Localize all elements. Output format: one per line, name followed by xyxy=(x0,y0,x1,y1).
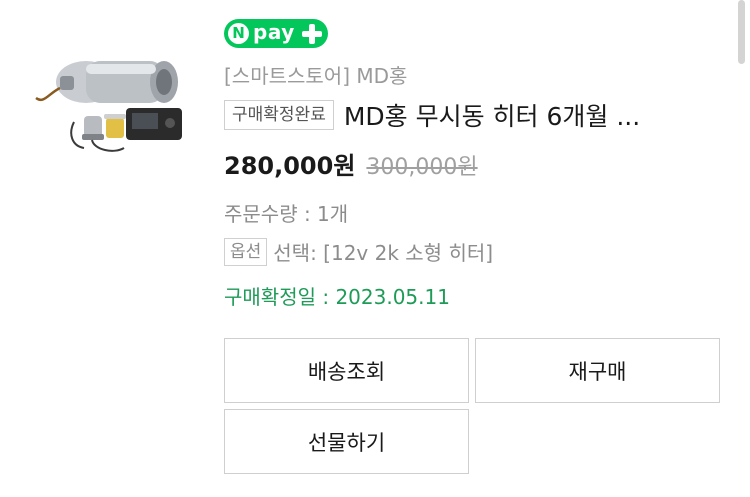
product-title-row[interactable]: 구매확정완료 MD홍 무시동 히터 6개월 ... xyxy=(224,98,724,132)
purchase-confirm-date: 구매확정일 : 2023.05.11 xyxy=(224,285,450,309)
npay-label: pay xyxy=(253,20,295,44)
option-row: 옵션 선택: [12v 2k 소형 히터] xyxy=(224,237,493,266)
order-quantity: 주문수량 : 1개 xyxy=(224,202,349,226)
original-price: 300,000원 xyxy=(366,155,478,180)
store-name[interactable]: [스마트스토어] MD홍 xyxy=(224,60,407,89)
option-text: 선택: [12v 2k 소형 히터] xyxy=(273,241,494,265)
npay-n-icon: N xyxy=(228,23,249,44)
option-badge: 옵션 xyxy=(224,237,268,266)
npay-plus-logo: N pay xyxy=(224,19,328,48)
product-title[interactable]: MD홍 무시동 히터 6개월 ... xyxy=(344,97,640,133)
price-row: 280,000원 300,000원 xyxy=(224,146,478,181)
product-thumbnail[interactable] xyxy=(24,50,196,166)
plus-icon xyxy=(301,23,323,45)
gift-button[interactable]: 선물하기 xyxy=(224,409,469,474)
scrollbar[interactable] xyxy=(738,0,745,64)
status-badge: 구매확정완료 xyxy=(224,100,334,130)
track-delivery-button[interactable]: 배송조회 xyxy=(224,338,469,403)
sale-price: 280,000원 xyxy=(224,152,356,180)
rebuy-button[interactable]: 재구매 xyxy=(475,338,720,403)
order-card: N pay [스마트스토어] MD홍 구매확정완료 MD홍 무시동 히터 6개월… xyxy=(0,0,750,497)
